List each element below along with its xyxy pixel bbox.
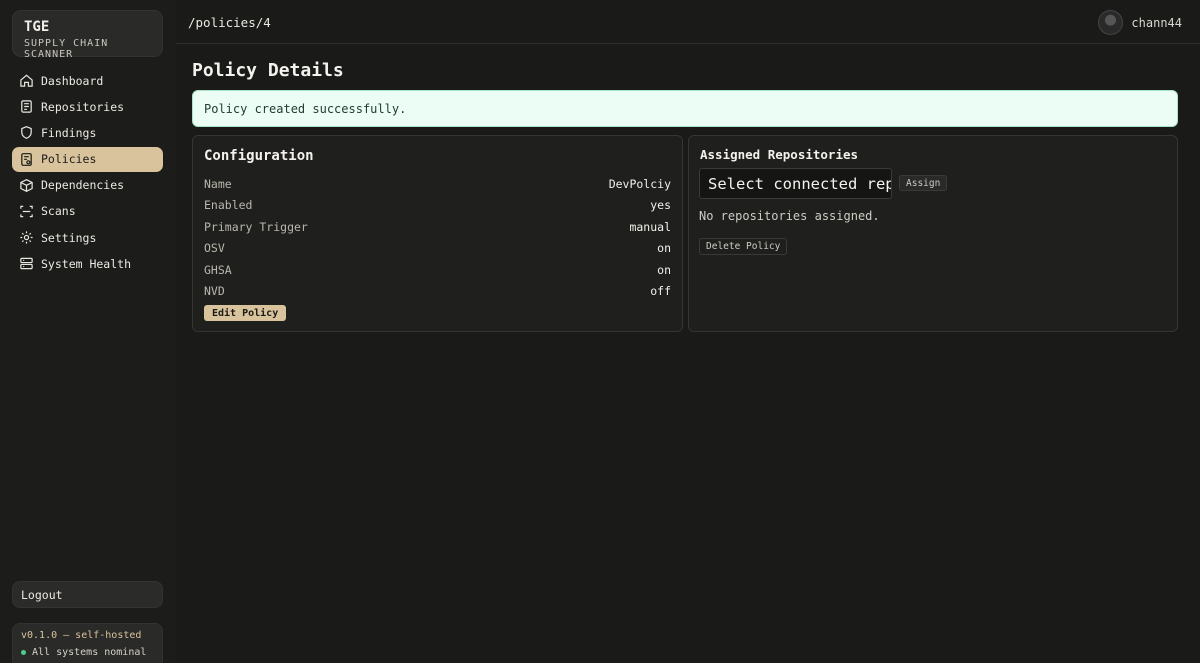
config-row: Enabled yes <box>204 195 671 217</box>
delete-policy-button[interactable]: Delete Policy <box>699 238 788 255</box>
system-status-text: All systems nominal <box>32 647 147 658</box>
config-key: NVD <box>204 284 225 299</box>
success-alert: Policy created successfully. <box>192 90 1178 127</box>
sidebar-item-system-health[interactable]: System Health <box>12 251 163 276</box>
user-menu[interactable]: chann44 <box>1098 10 1182 35</box>
sidebar-nav: Dashboard Repositories Findings Policies… <box>12 68 163 278</box>
page-title: Policy Details <box>192 60 344 81</box>
sidebar-item-policies[interactable]: Policies <box>12 146 163 172</box>
config-value: manual <box>629 219 671 234</box>
top-bar: /policies/4 chann44 <box>176 0 1200 44</box>
config-row: OSV on <box>204 238 671 260</box>
empty-state-text: No repositories assigned. <box>699 209 880 223</box>
avatar[interactable] <box>1098 10 1124 35</box>
brand-card: TGE SUPPLY CHAIN SCANNER <box>12 10 163 60</box>
sidebar: TGE SUPPLY CHAIN SCANNER Dashboard Repos… <box>0 0 176 663</box>
assign-button[interactable]: Assign <box>899 175 948 191</box>
config-row: Primary Trigger manual <box>204 216 671 238</box>
configuration-rows: Name DevPolciy Enabled yes Primary Trigg… <box>204 173 671 302</box>
brand-subtitle: SUPPLY CHAIN SCANNER <box>24 38 109 60</box>
sidebar-item-label: Settings <box>41 230 97 245</box>
shield-icon <box>19 125 34 140</box>
configuration-card: Configuration Name DevPolciy Enabled yes… <box>192 135 683 332</box>
logout-button[interactable]: Logout <box>12 581 163 608</box>
config-value: on <box>657 262 671 277</box>
sidebar-item-findings[interactable]: Findings <box>12 120 163 145</box>
sidebar-item-dashboard[interactable]: Dashboard <box>12 68 163 93</box>
sidebar-item-repositories[interactable]: Repositories <box>12 94 163 119</box>
sidebar-item-label: Dependencies <box>41 178 125 193</box>
username[interactable]: chann44 <box>1131 16 1182 30</box>
config-value: DevPolciy <box>608 176 671 191</box>
configuration-title: Configuration <box>204 148 314 164</box>
policy-icon <box>19 152 34 167</box>
edit-policy-button[interactable]: Edit Policy <box>204 305 287 321</box>
config-row: NVD off <box>204 281 671 303</box>
config-row: GHSA on <box>204 259 671 281</box>
config-key: Name <box>204 176 232 191</box>
system-status-box: v0.1.0 — self-hosted All systems nominal <box>12 623 163 663</box>
repository-select[interactable]: Select connected repo <box>699 168 892 199</box>
sidebar-item-label: Repositories <box>41 99 125 114</box>
config-key: Enabled <box>204 198 253 213</box>
version-text: v0.1.0 — self-hosted <box>21 630 142 641</box>
server-icon <box>19 256 34 271</box>
sidebar-item-label: System Health <box>41 256 132 271</box>
config-key: Primary Trigger <box>204 219 308 234</box>
brand-title: TGE <box>24 19 50 35</box>
system-status: All systems nominal <box>21 647 154 658</box>
sidebar-item-label: Policies <box>41 152 97 167</box>
config-key: GHSA <box>204 262 232 277</box>
config-row: Name DevPolciy <box>204 173 671 195</box>
home-icon <box>19 73 34 88</box>
breadcrumb: /policies/4 <box>188 15 271 30</box>
config-value: off <box>650 284 671 299</box>
scan-icon <box>19 204 34 219</box>
sidebar-item-settings[interactable]: Settings <box>12 225 163 250</box>
sidebar-item-dependencies[interactable]: Dependencies <box>12 173 163 198</box>
config-value: on <box>657 241 671 256</box>
assigned-repositories-title: Assigned Repositories <box>700 147 859 162</box>
gear-icon <box>19 230 34 245</box>
sidebar-item-label: Scans <box>41 204 76 219</box>
repository-icon <box>19 99 34 114</box>
config-value: yes <box>650 198 671 213</box>
assigned-repositories-card: Assigned Repositories Select connected r… <box>688 135 1178 332</box>
sidebar-item-label: Findings <box>41 125 97 140</box>
status-dot-icon <box>21 650 26 655</box>
box-icon <box>19 178 34 193</box>
sidebar-item-scans[interactable]: Scans <box>12 199 163 224</box>
sidebar-item-label: Dashboard <box>41 73 104 88</box>
config-key: OSV <box>204 241 225 256</box>
